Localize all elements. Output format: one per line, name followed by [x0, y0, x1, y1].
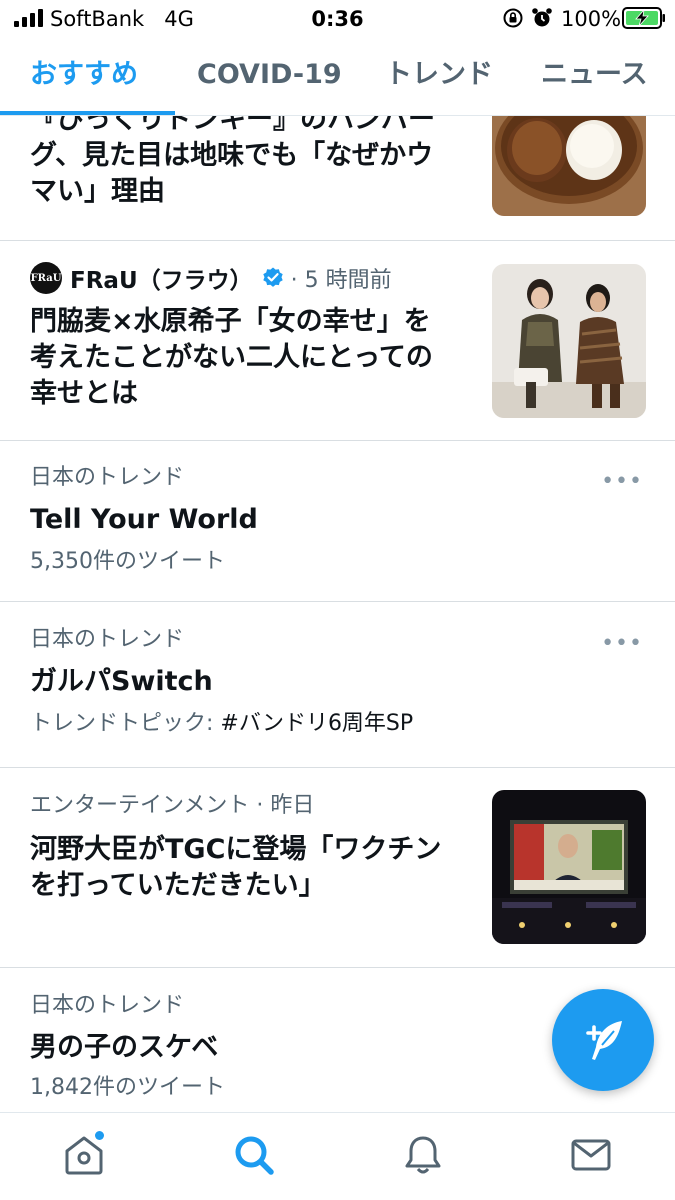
headline-line: マい」理由: [30, 176, 165, 207]
compose-tweet-icon: [586, 1021, 622, 1060]
trend-title: 男の子のスケベ: [30, 1032, 219, 1063]
feed-divider: [0, 601, 675, 602]
headline-line: 幸せとは: [30, 378, 138, 409]
news-thumbnail-frau: [492, 264, 646, 418]
headline-line: 考えたことがない二人にとっての: [30, 342, 433, 373]
battery-charging-icon: [622, 7, 665, 29]
trend-topic-hashtag[interactable]: #バンドリ6周年SP: [220, 711, 413, 736]
post-time: · 5 時間前: [290, 268, 392, 293]
news-thumbnail-tgc: [492, 790, 646, 944]
source-logo: FRaU: [30, 262, 62, 294]
explore-tab-bar: おすすめ COVID-19 トレンド ニュース: [0, 38, 675, 116]
headline-line: を打っていただきたい」: [30, 870, 326, 901]
post-time: · 昨日: [249, 793, 315, 818]
trend-topic-prefix: トレンドトピック:: [30, 711, 221, 736]
trend-category: 日本のトレンド: [30, 627, 185, 652]
more-options-icon[interactable]: •••: [601, 633, 643, 655]
more-options-icon[interactable]: •••: [601, 471, 643, 493]
bottom-navigation: [0, 1112, 675, 1200]
tab-news[interactable]: ニュース: [541, 58, 648, 92]
trend-tweet-count: 5,350件のツイート: [30, 549, 225, 574]
tab-covid-19[interactable]: COVID-19: [197, 58, 342, 92]
headline-line: 河野大臣がTGCに登場「ワクチン: [30, 834, 442, 865]
news-category: エンターテインメント: [30, 793, 250, 818]
feed-divider: [0, 440, 675, 441]
headline-line: 門脇麦×水原希子「女の幸せ」を: [30, 306, 431, 337]
news-source-row: FRaU FRaU（フラウ） · 5 時間前: [30, 262, 392, 294]
trend-category: 日本のトレンド: [30, 993, 185, 1018]
news-headline: 河野大臣がTGCに登場「ワクチン を打っていただきたい」: [30, 832, 441, 904]
news-headline: 門脇麦×水原希子「女の幸せ」を 考えたことがない二人にとっての 幸せとは: [30, 304, 433, 412]
bell-icon[interactable]: [401, 1133, 445, 1177]
news-category-row: エンターテインメント · 昨日: [30, 792, 314, 820]
feed-divider: [0, 240, 675, 241]
headline-line: グ、見た目は地味でも「なぜかウ: [30, 140, 434, 171]
trend-category: 日本のトレンド: [30, 465, 185, 490]
home-notification-dot: [95, 1131, 104, 1140]
orientation-lock-icon: [503, 8, 523, 28]
compose-tweet-button[interactable]: [552, 989, 654, 1091]
feed-divider: [0, 967, 675, 968]
tab-recommended[interactable]: おすすめ: [30, 58, 138, 92]
trend-title: ガルパSwitch: [30, 666, 213, 697]
explore-feed[interactable]: 『びっくりドンキー』のハンバー グ、見た目は地味でも「なぜかウ マい」理由 FR…: [0, 116, 675, 1112]
search-icon[interactable]: [232, 1133, 276, 1177]
mail-icon[interactable]: [569, 1133, 613, 1177]
headline-line: 『びっくりドンキー』のハンバー: [30, 116, 435, 135]
active-tab-indicator: [0, 111, 175, 115]
trend-topic: トレンドトピック: #バンドリ6周年SP: [30, 710, 413, 738]
source-name: FRaU（フラウ）: [70, 268, 253, 294]
news-thumbnail-hamburg: [492, 116, 646, 216]
battery-percent: 100%: [561, 7, 622, 31]
tab-trends[interactable]: トレンド: [385, 58, 493, 92]
trend-title: Tell Your World: [30, 504, 258, 535]
alarm-icon: [532, 8, 552, 27]
verified-badge-icon: [262, 267, 283, 287]
trend-tweet-count: 1,842件のツイート: [30, 1075, 225, 1100]
feed-divider: [0, 767, 675, 768]
news-headline: 『びっくりドンキー』のハンバー グ、見た目は地味でも「なぜかウ マい」理由: [30, 116, 435, 210]
status-bar: SoftBank 4G 0:36 100%: [0, 0, 675, 38]
